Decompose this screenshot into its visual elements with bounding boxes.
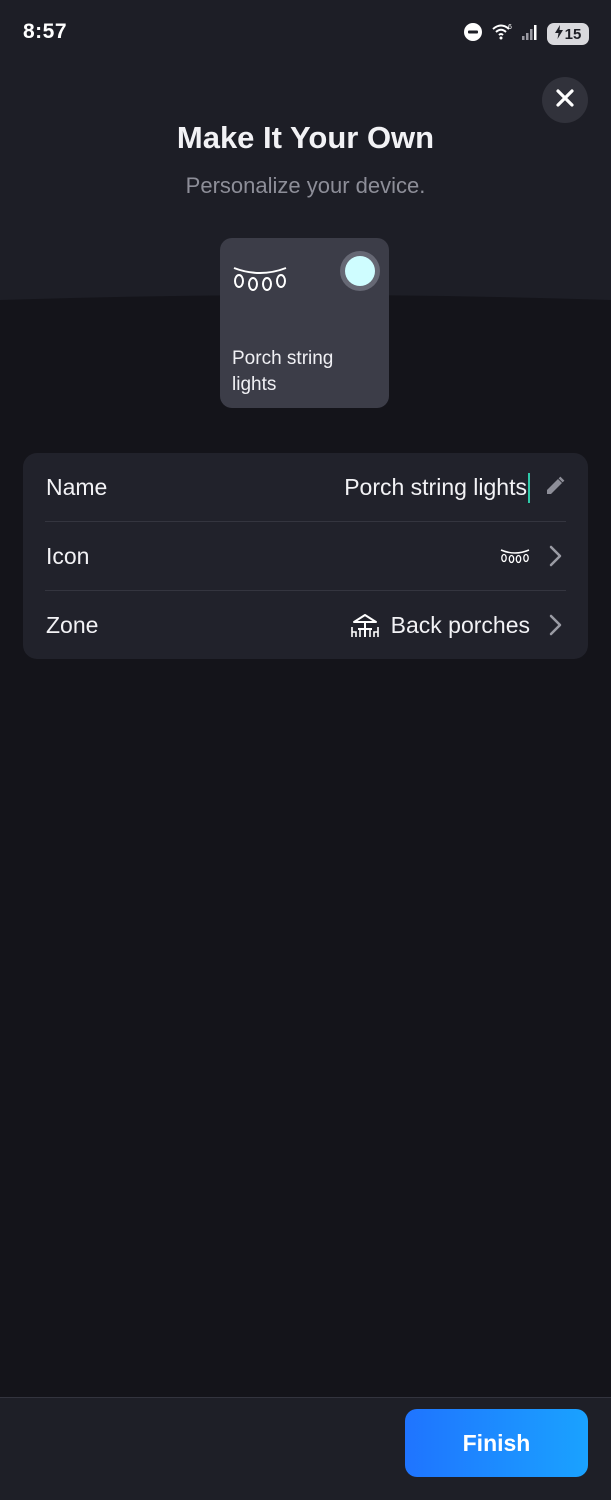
do-not-disturb-icon — [463, 22, 483, 47]
page-title: Make It Your Own — [176, 120, 435, 155]
battery-indicator: 15 — [547, 23, 589, 45]
chevron-right-icon — [544, 613, 566, 642]
chevron-right-icon — [544, 544, 566, 573]
svg-text:6: 6 — [508, 24, 512, 31]
wifi-icon: 6 — [491, 22, 513, 47]
device-power-toggle[interactable] — [340, 251, 380, 291]
close-icon — [556, 88, 574, 112]
string-lights-icon — [232, 264, 288, 297]
charging-bolt-icon — [554, 25, 563, 43]
porch-table-icon — [350, 613, 379, 639]
status-icons: 6 15 — [463, 22, 589, 46]
name-row[interactable]: Name Porch string lights — [23, 453, 588, 522]
name-field[interactable]: Porch string lights — [344, 472, 530, 503]
page-subtitle: Personalize your device. — [185, 173, 426, 198]
zone-value: Back porches — [390, 612, 530, 638]
close-button[interactable] — [542, 77, 588, 123]
text-cursor — [528, 472, 530, 503]
icon-row[interactable]: Icon — [23, 522, 588, 591]
device-preview-label: Porch string lights — [232, 348, 334, 395]
status-time: 8:57 — [23, 20, 68, 43]
toggle-indicator — [345, 256, 375, 286]
finish-button[interactable]: Finish — [405, 1409, 588, 1477]
zone-row[interactable]: Zone Back porches — [23, 591, 588, 660]
string-lights-icon — [500, 548, 530, 564]
zone-label: Zone — [46, 612, 99, 638]
settings-panel: Name Porch string lights Icon Zone Back … — [23, 453, 588, 659]
signal-icon — [521, 22, 539, 47]
zone-value-group: Back porches — [350, 612, 530, 639]
pencil-icon[interactable] — [544, 475, 566, 502]
name-value: Porch string lights — [344, 474, 527, 500]
name-label: Name — [46, 474, 108, 500]
icon-label: Icon — [46, 543, 90, 569]
status-bar: 8:57 6 15 — [0, 0, 611, 68]
battery-level: 15 — [564, 25, 582, 43]
